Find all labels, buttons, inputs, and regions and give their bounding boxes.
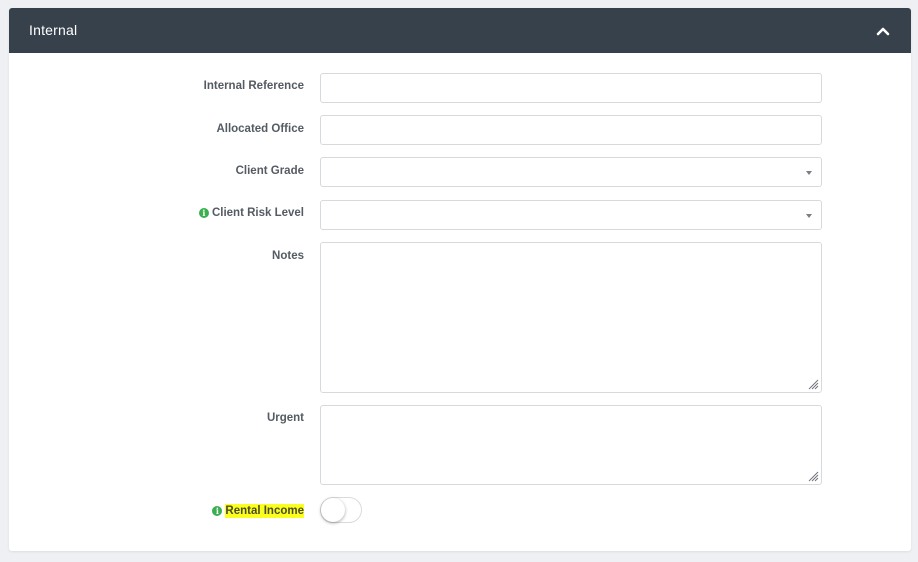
internal-panel: Internal Internal Reference Allocated Of…: [9, 8, 911, 551]
notes-textarea[interactable]: [320, 242, 822, 393]
client-risk-level-select[interactable]: [320, 200, 822, 230]
caret-down-icon: [806, 171, 812, 175]
client-risk-level-label: Client Risk Level: [211, 207, 304, 219]
panel-title: Internal: [29, 22, 78, 38]
urgent-label: Urgent: [266, 412, 304, 424]
rental-income-toggle[interactable]: [320, 497, 362, 523]
allocated-office-input[interactable]: [320, 115, 822, 145]
client-risk-level-label-wrap: i Client Risk Level: [198, 207, 304, 219]
rental-income-label-wrap: i Rental Income: [212, 504, 304, 518]
info-icon[interactable]: i: [212, 506, 223, 516]
allocated-office-label: Allocated Office: [216, 123, 304, 135]
toggle-knob: [321, 498, 345, 522]
chevron-up-icon[interactable]: [875, 23, 891, 39]
info-icon[interactable]: i: [198, 208, 209, 218]
internal-reference-label: Internal Reference: [203, 80, 304, 92]
urgent-textarea[interactable]: [320, 405, 822, 485]
client-grade-label: Client Grade: [235, 165, 304, 177]
internal-reference-input[interactable]: [320, 73, 822, 103]
rental-income-label: Rental Income: [225, 504, 304, 518]
client-grade-select[interactable]: [320, 157, 822, 187]
panel-header[interactable]: Internal: [9, 8, 911, 53]
resize-handle-icon[interactable]: [807, 470, 819, 482]
caret-down-icon: [806, 214, 812, 218]
resize-handle-icon[interactable]: [807, 378, 819, 390]
notes-label: Notes: [272, 250, 304, 262]
